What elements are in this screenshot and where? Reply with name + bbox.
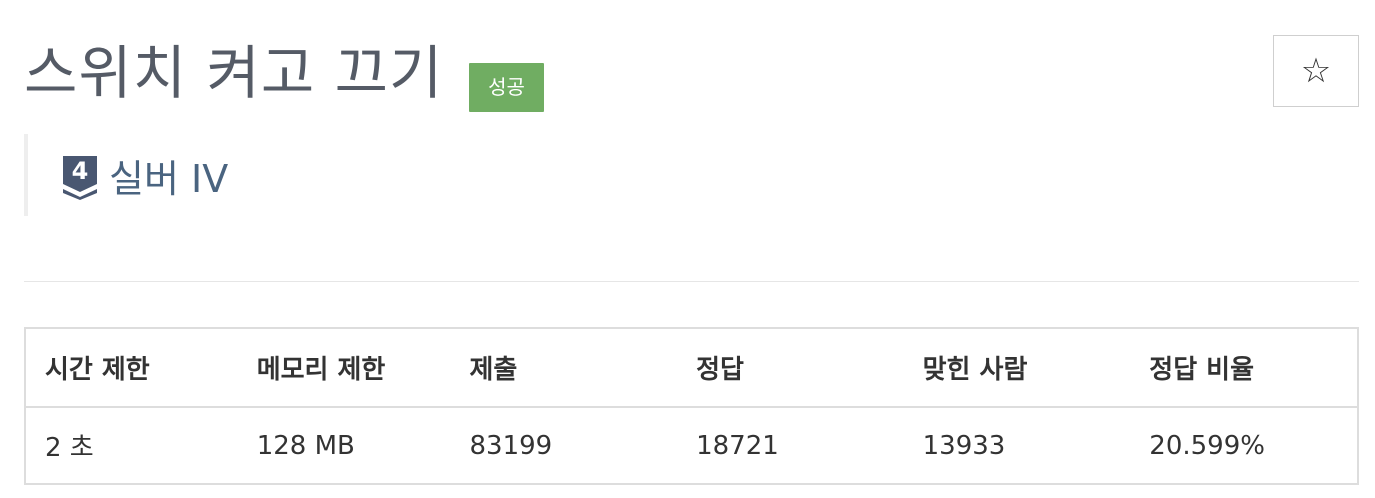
solved-users-value: 13933	[922, 430, 1006, 461]
header-memory-limit: 메모리 제한	[237, 328, 451, 408]
header-submissions: 제출	[450, 328, 678, 408]
memory-limit-value: 128 MB	[256, 430, 355, 461]
accept-ratio-value: 20.599%	[1149, 430, 1265, 461]
table-header-row: 시간 제한 메모리 제한 제출 정답 맞힌 사람 정답 비율	[25, 328, 1358, 408]
problem-title: 스위치 켜고 끄기	[24, 39, 444, 107]
tier-block: 4 실버 IV	[24, 134, 228, 216]
tier-label: 실버 IV	[109, 156, 229, 201]
section-divider	[24, 281, 1359, 282]
result-badge: 성공	[469, 63, 544, 112]
header-accept-ratio: 정답 비율	[1130, 328, 1358, 408]
favorite-button[interactable]: ☆	[1273, 35, 1359, 107]
accepted-value: 18721	[696, 430, 779, 461]
tier-number: 4	[72, 157, 89, 185]
submissions-value: 83199	[469, 430, 553, 461]
tier-badge-icon: 4	[63, 156, 97, 200]
table-row: 2 초 128 MB 83199 18721 13933 20.599%	[25, 407, 1358, 484]
problem-header: 스위치 켜고 끄기 성공 ☆	[24, 30, 1359, 120]
header-time-limit: 시간 제한	[25, 328, 238, 408]
time-limit-value: 2 초	[45, 433, 94, 463]
header-accepted: 정답	[677, 328, 904, 408]
problem-info-table: 시간 제한 메모리 제한 제출 정답 맞힌 사람 정답 비율 2 초 128 M…	[24, 327, 1359, 485]
header-solved-users: 맞힌 사람	[903, 328, 1131, 408]
star-outline-icon: ☆	[1300, 51, 1332, 91]
